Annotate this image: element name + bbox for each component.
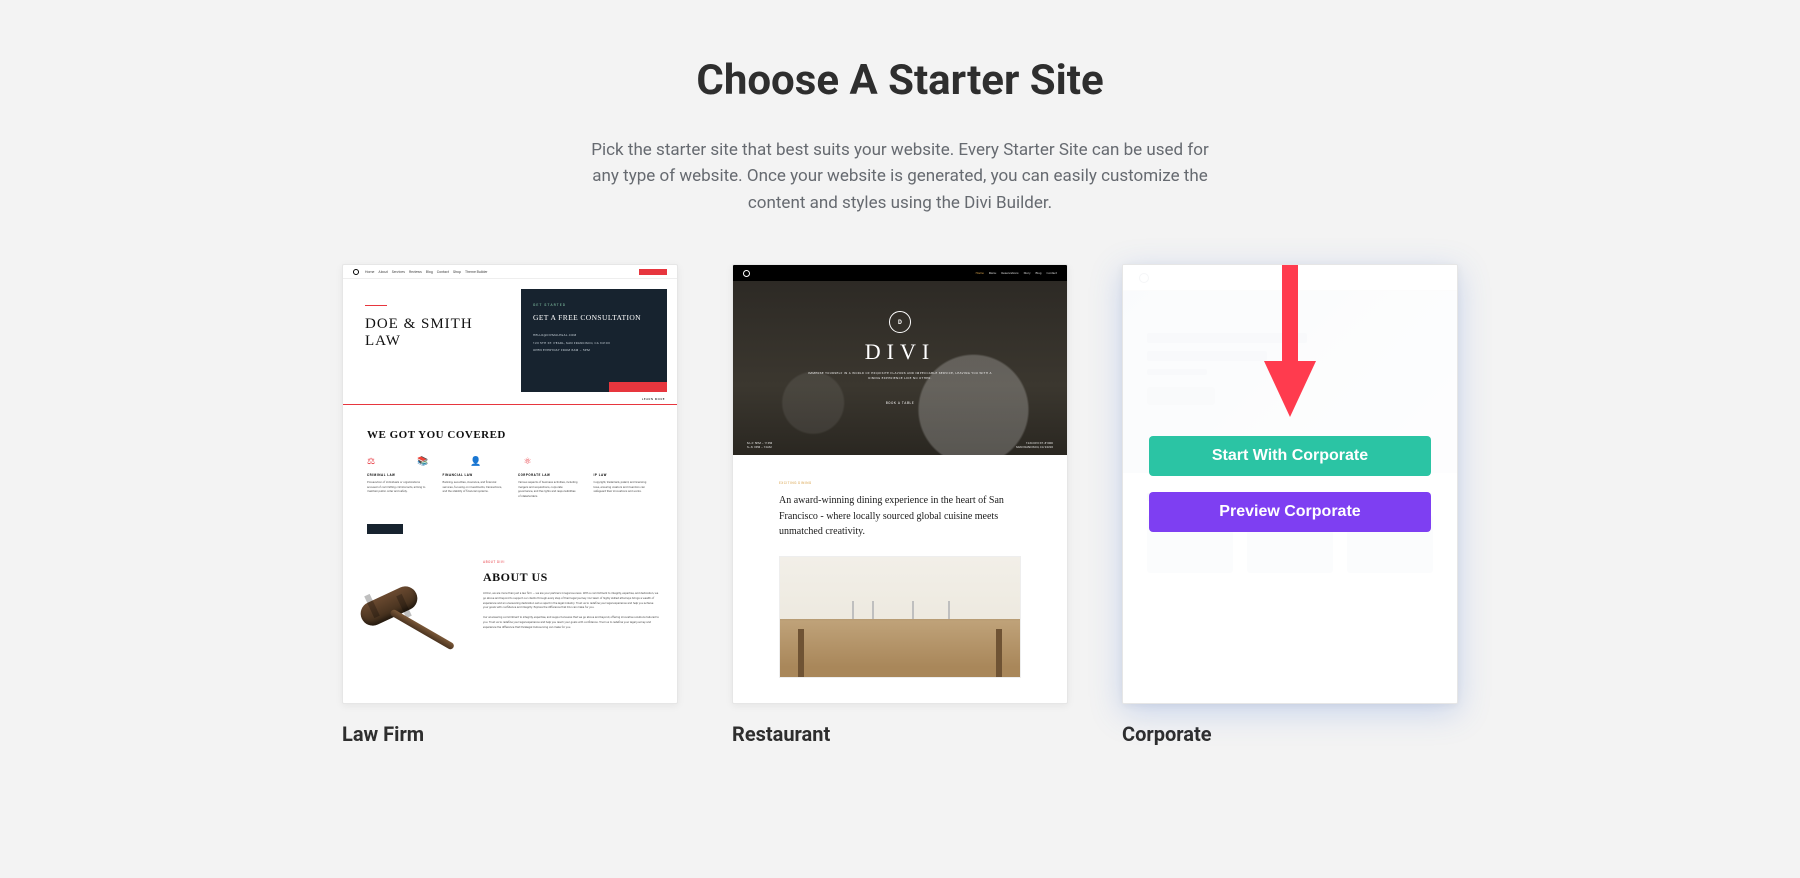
card-title-corporate: Corporate <box>1122 722 1458 746</box>
restaurant-eyebrow: EXCITING DINING <box>779 481 1021 485</box>
about-text: At Divi, we are more than just a law fir… <box>483 591 659 610</box>
book-appointment-btn <box>609 382 667 392</box>
restaurant-hours: M–F: 5PM – 11PM S–S: 3PM – 12AM <box>747 441 772 449</box>
nav-item: Shop <box>453 270 461 274</box>
nav-item: Contact <box>1047 271 1058 275</box>
col-heading: FINANCIAL LAW <box>443 473 503 478</box>
start-with-button[interactable]: Start With Corporate <box>1149 436 1431 476</box>
col-text: Copyright, trademark, patent, and licens… <box>594 480 647 493</box>
gavel-icon: ⚖ <box>367 457 375 467</box>
col-text: Prosecution of individuals or organizati… <box>367 480 425 493</box>
about-text: Our unwavering commitment to integrity, … <box>483 615 659 629</box>
law-hero-title-2: LAW <box>365 333 521 350</box>
consult-eyebrow: GET STARTED <box>533 303 655 307</box>
consult-line: OPEN EVERYDAY FROM 8AM – 5PM <box>533 347 655 355</box>
consult-title: GET A FREE CONSULTATION <box>533 313 655 322</box>
col-heading: CRIMINAL LAW <box>367 473 427 478</box>
preview-button[interactable]: Preview Corporate <box>1149 492 1431 532</box>
card-title-law-firm: Law Firm <box>342 722 678 746</box>
col-text: Banking, securities, insurance, and fina… <box>443 480 502 493</box>
atom-icon: ⚛ <box>524 457 532 467</box>
nav-cta <box>639 269 667 275</box>
books-icon: 📚 <box>417 457 428 467</box>
restaurant-body-text: An award-winning dining experience in th… <box>779 493 1021 540</box>
page-description: Pick the starter site that best suits yo… <box>580 137 1220 216</box>
starter-card-corporate[interactable]: Start With Corporate Preview Corporate C… <box>1122 264 1458 746</box>
card-title-restaurant: Restaurant <box>732 722 1068 746</box>
nav-item: Blog <box>426 270 433 274</box>
all-services-btn <box>367 524 403 534</box>
thumbnail-corporate: Start With Corporate Preview Corporate <box>1122 264 1458 704</box>
gavel-image <box>343 560 473 680</box>
nav-item: Reviews <box>409 270 422 274</box>
nav-item: Contact <box>437 270 449 274</box>
nav-item: Reservations <box>1001 271 1018 275</box>
page-heading: Choose A Starter Site <box>340 56 1460 105</box>
nav-item: Story <box>1024 271 1031 275</box>
restaurant-tagline: IMMERSE YOURSELF IN A WORLD OF EXQUISITE… <box>805 371 995 381</box>
col-heading: CORPORATE LAW <box>518 473 578 478</box>
nav-item: Theme Builder <box>465 270 488 274</box>
law-hero-title-1: DOE & SMITH <box>365 316 521 333</box>
restaurant-brand: DIVI <box>733 339 1067 365</box>
consult-line: 123 5TH ST. PEARL, SAN FRANCISCO, CA 941… <box>533 340 655 348</box>
about-heading: ABOUT US <box>483 570 659 585</box>
divi-logo-icon: D <box>889 311 911 333</box>
divi-logo-icon <box>743 270 750 277</box>
person-icon: 👤 <box>470 457 481 467</box>
col-heading: IP LAW <box>594 473 654 478</box>
thumbnail-law-firm: Home About Services Reviews Blog Contact… <box>342 264 678 704</box>
nav-item: Menu <box>989 271 997 275</box>
nav-item: Home <box>365 270 374 274</box>
nav-item: About <box>378 270 387 274</box>
nav-item: Services <box>392 270 405 274</box>
consult-line: HELLO@DIVMALEGAL.COM <box>533 332 655 340</box>
starter-site-grid: Home About Services Reviews Blog Contact… <box>340 264 1460 746</box>
nav-item: Blog <box>1036 271 1042 275</box>
restaurant-photo <box>779 556 1021 678</box>
starter-card-restaurant[interactable]: Home Menu Reservations Story Blog Contac… <box>732 264 1068 746</box>
divi-logo-icon <box>353 269 359 275</box>
thumbnail-restaurant: Home Menu Reservations Story Blog Contac… <box>732 264 1068 704</box>
learn-more: LEARN MORE <box>642 397 665 401</box>
annotation-arrow-icon <box>1260 264 1320 421</box>
about-eyebrow: ABOUT DIVI <box>483 560 659 564</box>
law-nav: Home About Services Reviews Blog Contact… <box>343 265 677 279</box>
nav-item: Home <box>976 271 984 275</box>
book-table-btn: BOOK A TABLE <box>881 399 920 407</box>
covered-heading: WE GOT YOU COVERED <box>367 429 653 441</box>
col-text: Various aspects of business activities, … <box>518 480 577 497</box>
starter-card-law-firm[interactable]: Home About Services Reviews Blog Contact… <box>342 264 678 746</box>
restaurant-address: 1234 DIVI ST. #1000 SAN FRANCISCO, CA 94… <box>1016 441 1053 449</box>
